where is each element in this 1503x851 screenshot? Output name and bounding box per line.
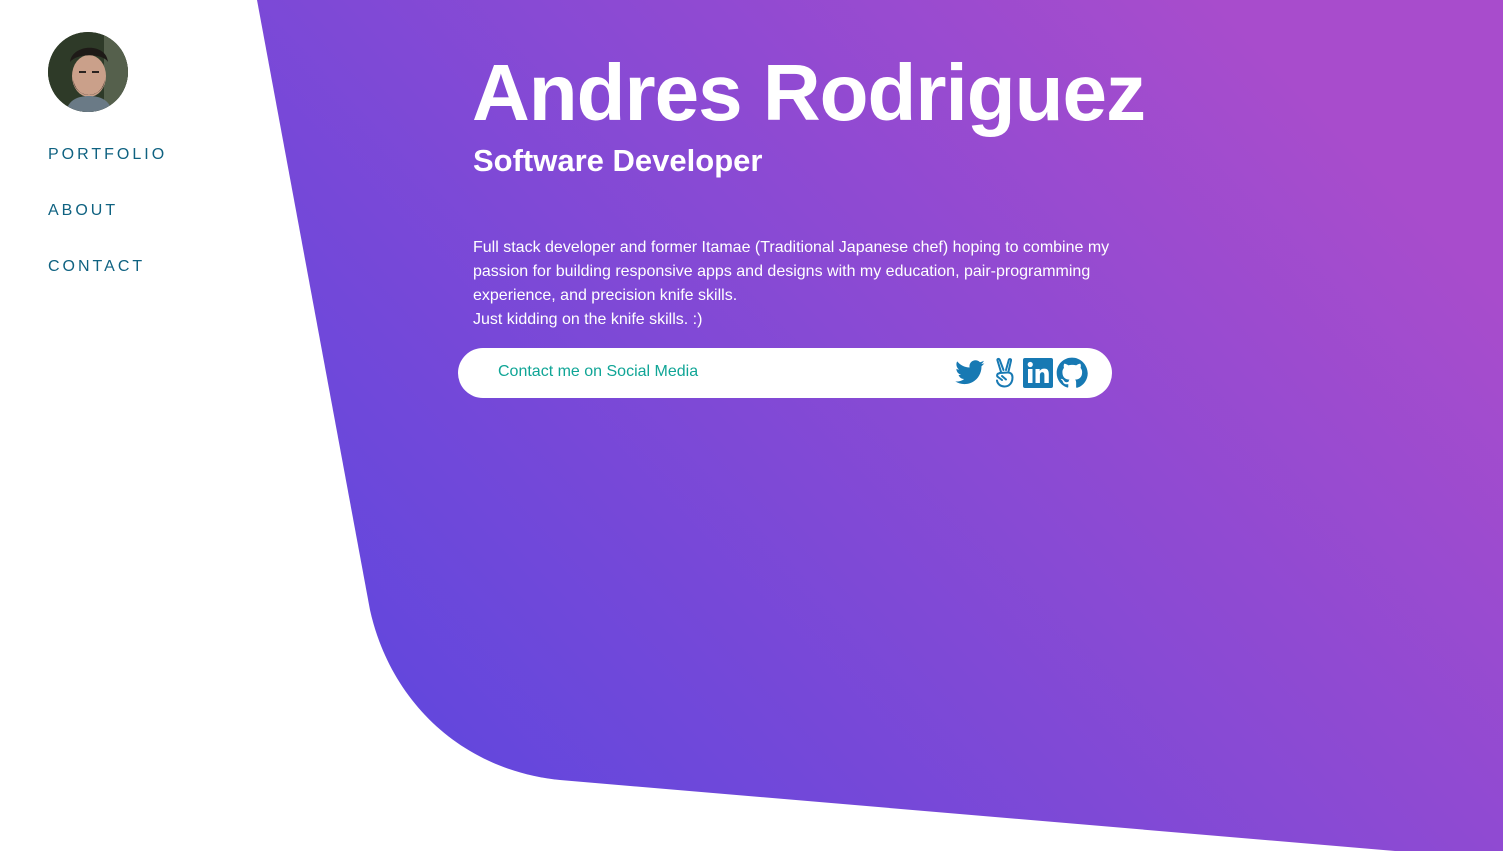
- social-contact-label: Contact me on Social Media: [498, 363, 699, 380]
- social-contact-bar: Contact me on Social Media: [458, 348, 1112, 398]
- nav-link-about[interactable]: ABOUT: [48, 202, 118, 220]
- twitter-icon[interactable]: [954, 357, 986, 389]
- bio-line: Just kidding on the knife skills. :): [473, 311, 703, 328]
- hero-bio: Full stack developer and former Itamae (…: [473, 236, 1113, 332]
- hero-role: Software Developer: [473, 143, 763, 178]
- avatar[interactable]: [48, 32, 128, 112]
- page: PORTFOLIO ABOUT CONTACT Andres Rodriguez…: [0, 0, 1503, 851]
- github-icon[interactable]: [1056, 357, 1088, 389]
- linkedin-icon[interactable]: [1022, 357, 1054, 389]
- nav-link-contact[interactable]: CONTACT: [48, 258, 145, 276]
- avatar-photo: [48, 32, 128, 112]
- angellist-icon[interactable]: [989, 357, 1021, 389]
- nav-link-portfolio[interactable]: PORTFOLIO: [48, 146, 167, 164]
- hero-name: Andres Rodriguez: [472, 48, 1146, 137]
- bio-line: Full stack developer and former Itamae (…: [473, 239, 1110, 304]
